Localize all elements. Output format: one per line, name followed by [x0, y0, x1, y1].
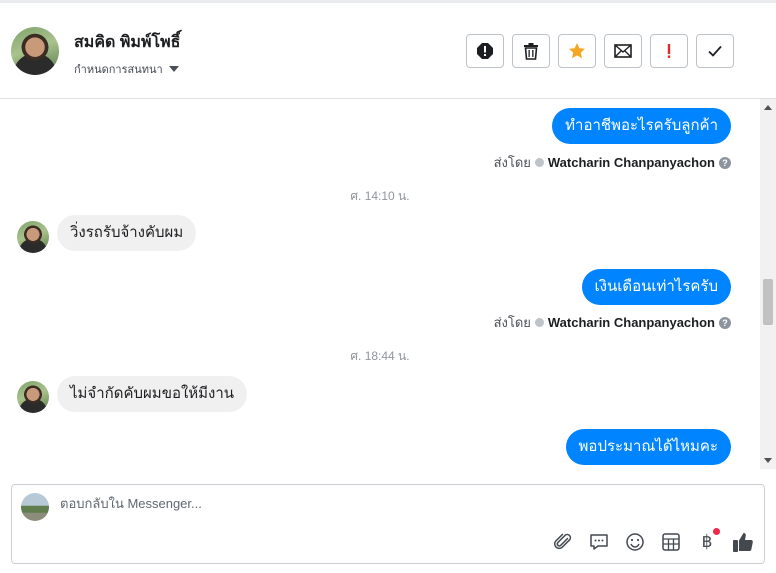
help-icon[interactable]: ? — [719, 156, 731, 169]
payment-button[interactable]: ฿ — [696, 528, 720, 553]
reply-composer: ฿ — [11, 484, 765, 564]
contact-avatar-small[interactable] — [17, 381, 49, 413]
attachment-icon — [553, 533, 572, 550]
check-icon — [708, 45, 722, 57]
appointment-button[interactable] — [660, 531, 682, 553]
caret-down-icon — [168, 66, 179, 72]
mark-done-button[interactable] — [696, 34, 734, 68]
saved-replies-button[interactable] — [588, 531, 610, 553]
table-icon — [662, 533, 680, 551]
envelope-icon — [614, 44, 632, 58]
timestamp: ศ. 18:44 น. — [350, 349, 410, 363]
message-bubble-incoming[interactable]: ไม่จำกัดคับผมขอให้มีงาน — [57, 376, 248, 412]
scroll-down-arrow-icon[interactable] — [764, 458, 772, 463]
mark-spam-button[interactable] — [466, 34, 504, 68]
sent-by-line: ส่งโดย Watcharin Chanpanyachon ? — [494, 152, 731, 173]
composer-toolbar: ฿ — [552, 528, 754, 553]
exclamation-icon — [667, 44, 671, 58]
follow-up-button[interactable] — [650, 34, 688, 68]
scrollbar-thumb[interactable] — [763, 279, 773, 325]
attach-file-button[interactable] — [552, 531, 574, 553]
message-bubble-incoming[interactable]: วิ่งรถรับจ้างคับผม — [57, 215, 197, 251]
alert-circle-icon — [477, 43, 493, 59]
contact-avatar-small[interactable] — [17, 221, 49, 253]
action-toolbar — [466, 34, 734, 68]
timestamp: ศ. 14:10 น. — [350, 189, 410, 203]
mark-unread-button[interactable] — [604, 34, 642, 68]
sender-name[interactable]: Watcharin Chanpanyachon — [548, 155, 715, 170]
reply-input[interactable] — [60, 496, 660, 511]
star-icon — [569, 43, 585, 59]
like-button[interactable] — [732, 531, 754, 553]
trash-icon — [524, 43, 538, 60]
message-scrollbar[interactable] — [760, 99, 776, 469]
help-icon[interactable]: ? — [719, 316, 731, 329]
emoji-icon — [626, 533, 644, 551]
sent-by-label: ส่งโดย — [493, 315, 531, 330]
message-bubble-outgoing[interactable]: เงินเดือนเท่าไรครับ — [581, 269, 731, 305]
page-avatar — [21, 493, 49, 521]
sent-by-label: ส่งโดย — [493, 155, 531, 170]
baht-icon: ฿ — [701, 532, 713, 551]
star-button[interactable] — [558, 34, 596, 68]
conversation-header: สมคิด พิมพ์โพธิ์ กำหนดการสนทนา — [0, 3, 776, 99]
sent-by-line: ส่งโดย Watcharin Chanpanyachon ? — [494, 312, 731, 333]
page-icon — [534, 318, 544, 327]
like-icon — [733, 533, 753, 552]
sender-name[interactable]: Watcharin Chanpanyachon — [548, 315, 715, 330]
page-icon — [534, 158, 544, 167]
assign-conversation-dropdown[interactable]: กำหนดการสนทนา — [74, 60, 179, 78]
contact-name[interactable]: สมคิด พิมพ์โพธิ์ — [74, 30, 180, 55]
message-bubble-outgoing[interactable]: พอประมาณได้ไหมคะ — [565, 429, 731, 465]
scroll-up-arrow-icon[interactable] — [764, 105, 772, 110]
assign-conversation-label: กำหนดการสนทนา — [74, 64, 163, 76]
contact-avatar[interactable] — [11, 27, 59, 75]
saved-reply-icon — [590, 534, 608, 550]
notification-dot — [713, 528, 720, 535]
delete-button[interactable] — [512, 34, 550, 68]
emoji-button[interactable] — [624, 531, 646, 553]
message-bubble-outgoing[interactable]: ทำอาชีพอะไรครับลูกค้า — [552, 108, 731, 144]
